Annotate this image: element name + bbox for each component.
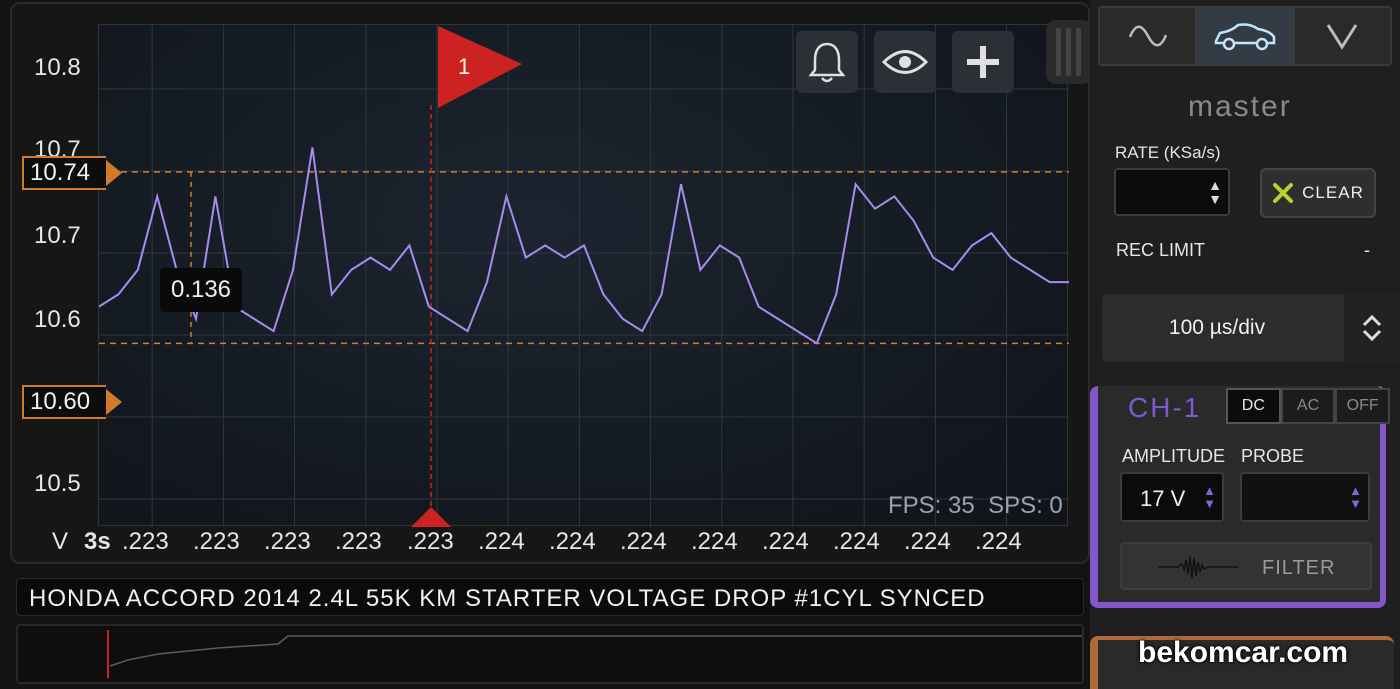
sps-value: SPS: 0 (988, 492, 1063, 519)
capture-title: HONDA ACCORD 2014 2.4L 55K KM STARTER VO… (29, 585, 986, 612)
car-icon (1214, 23, 1276, 51)
trigger-position-marker (411, 507, 451, 527)
close-icon (1273, 183, 1294, 203)
x-tick-label: .224 (762, 528, 809, 555)
timebase-stepper[interactable] (1344, 294, 1400, 362)
fps-readout: FPS: 35 SPS: 0 (888, 492, 1063, 520)
watermark: bekomcar.com (1138, 636, 1349, 669)
bell-icon (808, 42, 846, 83)
mode-switch (1098, 6, 1392, 66)
x-tick-label: .224 (904, 528, 951, 555)
y-tick-label: 10.6 (34, 306, 81, 333)
x-tick-label: .224 (833, 528, 880, 555)
x-tick-label: .223 (122, 528, 169, 555)
x-tick-label: .223 (193, 528, 240, 555)
waveform-series-line (99, 147, 1069, 345)
x-tick-label: .224 (975, 528, 1022, 555)
coupling-dc-button[interactable]: DC (1226, 388, 1281, 424)
amplitude-label: AMPLITUDE (1122, 446, 1226, 466)
x-tick-label: .223 (264, 528, 311, 555)
caption-bar[interactable]: HONDA ACCORD 2014 2.4L 55K KM STARTER VO… (16, 578, 1084, 616)
rate-input[interactable]: ▲ ▼ (1114, 168, 1230, 216)
updown-icon (1362, 314, 1382, 342)
plot-area[interactable] (98, 24, 1069, 527)
panel-handle-icon[interactable] (1046, 20, 1090, 84)
amplitude-value: 17 V (1140, 486, 1186, 511)
channel-1-title: CH-1 (1128, 392, 1202, 423)
coupling-ac-button[interactable]: AC (1280, 388, 1336, 424)
visibility-button[interactable] (874, 31, 936, 93)
amplitude-stepper-icon[interactable]: ▲ ▼ (1203, 484, 1216, 510)
probe-label: PROBE (1241, 446, 1305, 466)
master-label: master (1188, 90, 1292, 123)
filter-button[interactable]: FILTER (1120, 542, 1372, 590)
y-tick-label: 10.5 (34, 470, 81, 497)
channel-1-panel: CH-1 DC AC OFF AMPLITUDE PROBE 17 V ▲ ▼ ▲… (1090, 386, 1391, 608)
probe-stepper-icon[interactable]: ▲ ▼ (1349, 484, 1362, 510)
upper-cursor-marker[interactable]: 10.74 (22, 156, 122, 190)
clear-button[interactable]: CLEAR (1260, 168, 1376, 218)
overview-timeline[interactable] (16, 624, 1084, 684)
mode-scope-button[interactable] (1100, 8, 1198, 64)
y-tick-label: 10.7 (34, 222, 81, 249)
timebase-value: 100 µs/div (1168, 316, 1266, 339)
rate-label: RATE (KSa/s) (1115, 143, 1221, 162)
cursor-delta-readout: 0.136 (160, 268, 242, 312)
timebase-select[interactable]: 100 µs/div (1102, 294, 1400, 362)
x-tick-label: .224 (549, 528, 596, 555)
overview-waveform (107, 630, 1082, 678)
lower-cursor-marker[interactable]: 10.60 (22, 385, 122, 419)
coupling-selector: DC AC OFF (1226, 388, 1391, 424)
chevron-down-icon (1327, 24, 1358, 50)
add-button[interactable] (952, 31, 1014, 93)
eye-icon (882, 50, 928, 74)
mode-expand-button[interactable] (1294, 8, 1390, 64)
control-panel: master RATE (KSa/s) ▲ ▼ CLEAR REC LIMIT -… (1090, 0, 1400, 689)
y-unit-label: V (52, 528, 69, 555)
rec-limit-label: REC LIMIT (1116, 240, 1206, 260)
y-tick-label: 10.8 (34, 54, 81, 81)
sine-wave-icon (1128, 25, 1167, 47)
x-tick-label: .224 (691, 528, 738, 555)
time-scale-label: 3s (84, 528, 111, 555)
rate-stepper-icon[interactable]: ▲ ▼ (1208, 178, 1222, 206)
x-tick-label: .224 (478, 528, 525, 555)
fps-value: FPS: 35 (888, 492, 975, 519)
alarm-button[interactable] (796, 31, 858, 93)
trigger-flag-icon[interactable] (438, 26, 522, 108)
clear-label: CLEAR (1302, 183, 1364, 202)
trigger-flag-label: 1 (458, 54, 471, 79)
x-tick-label: .223 (335, 528, 382, 555)
filter-label: FILTER (1262, 557, 1336, 579)
scope-panel: 10.8 10.7 10.7 10.6 10.5 V 3s .223 .223 … (10, 2, 1090, 564)
plus-icon (967, 46, 999, 78)
waveform-chart[interactable] (99, 25, 1069, 527)
x-tick-label: .224 (620, 528, 667, 555)
rec-limit-value: - (1364, 240, 1370, 260)
x-tick-label: .223 (407, 528, 454, 555)
mode-automotive-button[interactable] (1197, 8, 1295, 64)
probe-select[interactable]: ▲ ▼ (1240, 472, 1370, 522)
signal-waveform-icon (1158, 555, 1238, 579)
coupling-off-button[interactable]: OFF (1335, 388, 1391, 424)
amplitude-select[interactable]: 17 V ▲ ▼ (1120, 472, 1224, 522)
